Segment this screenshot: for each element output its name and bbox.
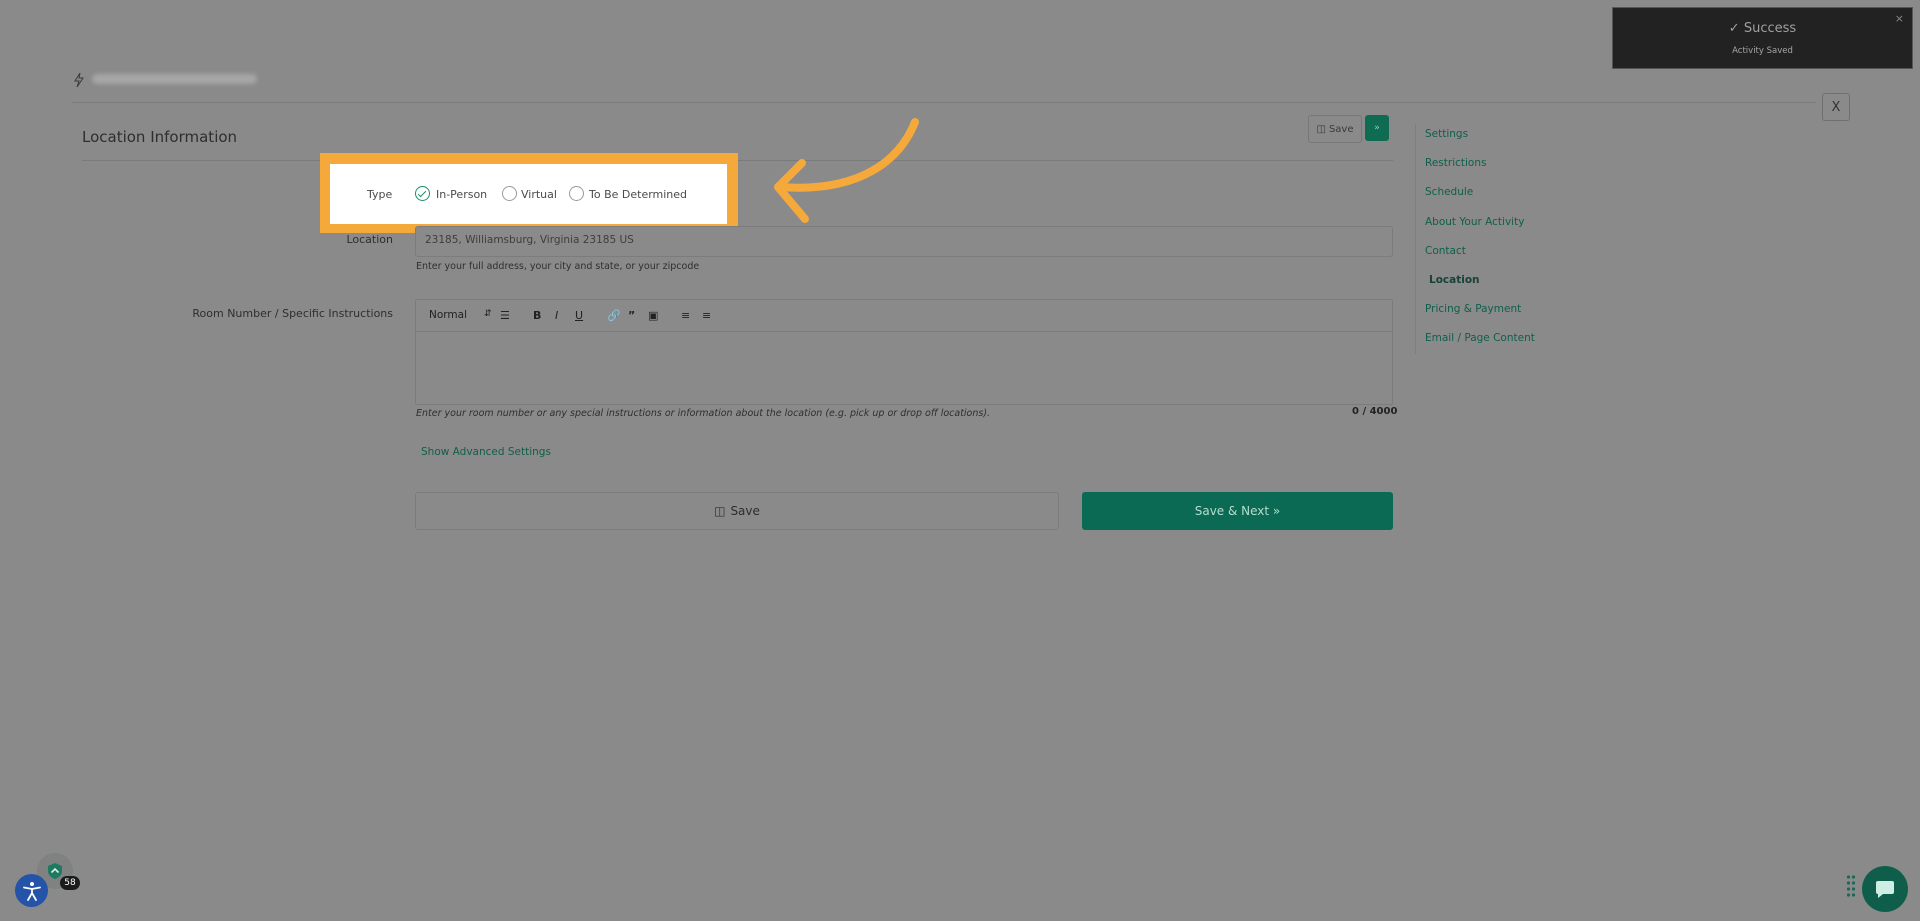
save-icon: ◫: [1316, 123, 1326, 135]
toast-title-row: ✓ Success: [1613, 21, 1912, 36]
section-title: Location Information: [82, 128, 238, 146]
location-label: Location: [346, 233, 393, 246]
top-save-label: Save: [1328, 123, 1354, 135]
location-input[interactable]: 23185, Williamsburg, Virginia 23185 US: [415, 226, 1393, 257]
section-nav: Settings Restrictions Schedule About You…: [1415, 124, 1566, 354]
radio-in-person[interactable]: [415, 186, 430, 201]
notification-badge: 58: [60, 876, 80, 890]
close-button[interactable]: X: [1822, 93, 1850, 121]
bold-icon[interactable]: B: [533, 309, 541, 322]
ordered-list-icon[interactable]: ≡: [681, 309, 690, 322]
chat-bubble-icon: [1876, 881, 1894, 898]
nav-item-schedule[interactable]: Schedule: [1425, 186, 1473, 198]
align-icon[interactable]: ☰: [500, 309, 510, 322]
nav-item-email[interactable]: Email / Page Content: [1425, 332, 1535, 344]
nav-item-settings[interactable]: Settings: [1425, 128, 1468, 140]
radio-tbd-label[interactable]: To Be Determined: [589, 188, 687, 201]
format-select[interactable]: Normal: [429, 309, 467, 321]
toast-title: Success: [1743, 21, 1797, 36]
toast-message: Activity Saved: [1732, 46, 1793, 56]
nav-item-about[interactable]: About Your Activity: [1425, 216, 1524, 228]
italic-icon[interactable]: I: [555, 309, 558, 322]
save-button[interactable]: ◫ Save: [415, 492, 1059, 530]
save-next-button[interactable]: Save & Next »: [1082, 492, 1393, 530]
chat-button[interactable]: [1862, 866, 1908, 912]
radio-virtual-label[interactable]: Virtual: [521, 188, 557, 201]
save-icon: ◫: [714, 504, 726, 518]
link-icon[interactable]: 🔗: [607, 309, 621, 322]
page-header: [72, 70, 1816, 103]
nav-item-pricing[interactable]: Pricing & Payment: [1425, 303, 1521, 315]
bolt-icon: [74, 73, 84, 87]
check-circle-icon: ✓: [1728, 21, 1740, 36]
drag-handle-icon[interactable]: [1846, 874, 1856, 900]
underline-icon[interactable]: U: [575, 309, 583, 322]
radio-in-person-label[interactable]: In-Person: [436, 188, 487, 201]
radio-virtual[interactable]: [502, 186, 517, 201]
format-select-chevron-icon[interactable]: ⇵: [484, 309, 492, 319]
toast-close-icon[interactable]: ×: [1895, 12, 1904, 25]
success-toast: ✓ Success Activity Saved ×: [1612, 7, 1913, 69]
editor-toolbar: Normal ⇵ ☰ B I U 🔗 ” ▣ ≡ ≡: [416, 300, 1392, 332]
type-label: Type: [367, 188, 393, 201]
room-instructions-hint: Enter your room number or any special in…: [416, 408, 991, 419]
top-next-button[interactable]: »: [1365, 115, 1389, 141]
blurred-activity-title: [92, 74, 257, 84]
image-icon[interactable]: ▣: [648, 309, 658, 322]
nav-item-location[interactable]: Location: [1429, 274, 1480, 286]
character-counter: 0 / 4000: [1352, 406, 1398, 417]
annotation-arrow-icon: [774, 118, 919, 223]
nav-item-contact[interactable]: Contact: [1425, 245, 1466, 257]
quote-icon[interactable]: ”: [628, 309, 635, 322]
bullet-list-icon[interactable]: ≡: [702, 309, 711, 322]
accessibility-button[interactable]: [15, 874, 48, 907]
radio-tbd[interactable]: [569, 186, 584, 201]
show-advanced-settings-link[interactable]: Show Advanced Settings: [421, 446, 551, 458]
top-save-button[interactable]: ◫ Save: [1308, 115, 1362, 143]
room-instructions-editor[interactable]: Normal ⇵ ☰ B I U 🔗 ” ▣ ≡ ≡: [415, 299, 1393, 405]
room-instructions-label: Room Number / Specific Instructions: [192, 307, 393, 320]
location-hint: Enter your full address, your city and s…: [416, 261, 700, 272]
nav-item-restrictions[interactable]: Restrictions: [1425, 157, 1486, 169]
save-button-label: Save: [730, 504, 760, 518]
accessibility-icon: [22, 881, 41, 901]
